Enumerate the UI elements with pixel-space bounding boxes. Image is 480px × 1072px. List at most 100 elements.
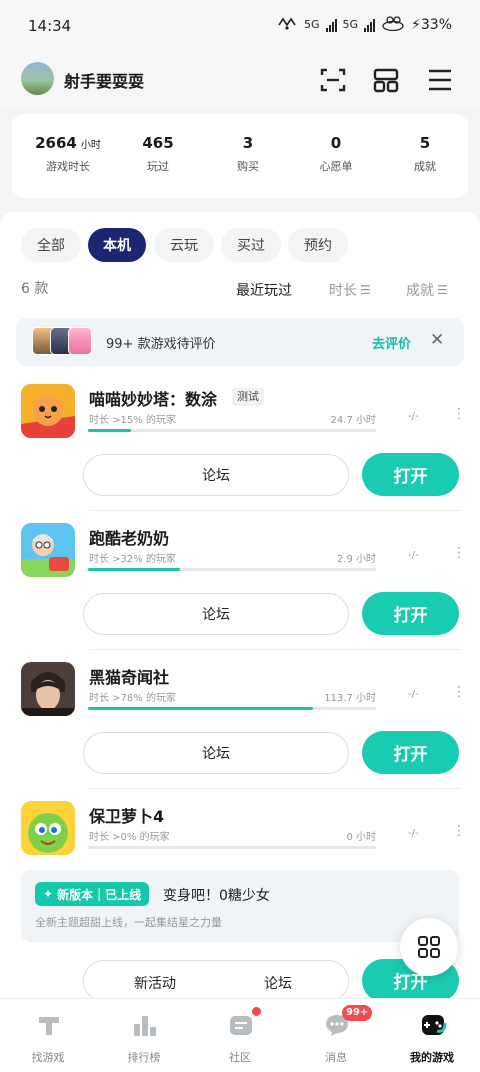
tab-label: 排行榜: [127, 1051, 161, 1064]
network-5g-label-2: 5G: [342, 18, 359, 31]
game-icon[interactable]: [21, 523, 75, 577]
game-hours: 113.7 小时: [324, 693, 376, 704]
filter-bought[interactable]: 买过: [221, 228, 281, 262]
sort-recent[interactable]: 最近玩过: [236, 280, 292, 300]
tab-label: 社区: [229, 1051, 251, 1064]
game-percentile: 时长 >15% 的玩家: [89, 415, 176, 426]
progress-fill: [88, 429, 132, 432]
filter-local[interactable]: 本机: [88, 228, 146, 262]
tab-rankings[interactable]: 排行榜: [96, 999, 192, 1072]
progress-track: [88, 568, 376, 571]
game-item: 黑猫奇闻社 时长 >78% 的玩家 113.7 小时 -/- ⋮ 论坛 打开: [0, 662, 480, 801]
review-banner-text: 99+ 款游戏待评价: [106, 337, 216, 352]
game-percentile: 时长 >78% 的玩家: [89, 693, 176, 704]
new-activity-button[interactable]: 新活动: [134, 973, 176, 993]
news-description: 全新主题超甜上线，一起集结星之力量: [35, 916, 222, 929]
game-achievements: -/-: [408, 550, 419, 561]
stat-playtime[interactable]: 2664 小时 游戏时长: [35, 134, 101, 174]
stat-label: 购买: [237, 160, 259, 173]
status-icons: 5G 5G ⚡33%: [276, 15, 452, 34]
game-hours: 24.7 小时: [330, 415, 376, 426]
review-banner[interactable]: 99+ 款游戏待评价 去评价 ✕: [16, 318, 464, 366]
forum-button[interactable]: 论坛: [264, 973, 292, 993]
community-icon: [230, 1016, 252, 1035]
menu-icon[interactable]: [426, 66, 454, 94]
game-hours: 0 小时: [346, 832, 376, 843]
stat-purchased[interactable]: 3 购买: [237, 134, 259, 174]
more-icon[interactable]: ⋮: [452, 823, 466, 839]
version-news-card[interactable]: ✦ 新版本｜已上线 变身吧！0糖少女 全新主题超甜上线，一起集结星之力量: [21, 870, 459, 942]
review-button[interactable]: 去评价: [372, 333, 411, 352]
hotspot-icon: [276, 15, 298, 34]
progress-fill: [88, 568, 181, 571]
tab-label: 找游戏: [31, 1051, 65, 1064]
open-button[interactable]: 打开: [362, 731, 459, 774]
sort-achievements[interactable]: 成就 ☰: [406, 280, 448, 300]
bottom-tab-bar: 找游戏 排行榜 社区 99+ 消息 我的游戏: [0, 998, 480, 1072]
action-group: 新活动 论坛: [83, 960, 349, 1002]
close-icon[interactable]: ✕: [430, 330, 444, 350]
progress-track: [88, 429, 376, 432]
scan-icon[interactable]: [319, 66, 347, 94]
weather-icon: [381, 15, 405, 34]
notification-dot: [252, 1007, 261, 1016]
sparkle-icon: ✦: [43, 887, 54, 901]
open-button[interactable]: 打开: [362, 592, 459, 635]
signal-icon: [325, 18, 337, 32]
status-time: 14:34: [28, 17, 72, 35]
forum-button[interactable]: 论坛: [83, 593, 349, 635]
game-title[interactable]: 喵喵妙妙塔：数涂: [89, 386, 217, 410]
message-count-badge: 99+: [342, 1005, 373, 1021]
game-title[interactable]: 保卫萝卜4: [89, 803, 164, 827]
stat-unit: 小时: [80, 140, 101, 151]
forum-button[interactable]: 论坛: [83, 732, 349, 774]
game-icon[interactable]: [21, 662, 75, 716]
game-percentile: 时长 >32% 的玩家: [89, 554, 176, 565]
stat-played[interactable]: 465 玩过: [142, 134, 173, 174]
sort-label: 成就: [406, 283, 434, 299]
game-title[interactable]: 黑猫奇闻社: [89, 664, 169, 688]
open-button[interactable]: 打开: [362, 453, 459, 496]
game-tag: 测试: [232, 388, 264, 406]
tab-messages[interactable]: 99+ 消息: [288, 999, 384, 1072]
filter-cloud[interactable]: 云玩: [154, 228, 214, 262]
username[interactable]: 射手要耍耍: [64, 68, 144, 92]
battery-percent: 33%: [420, 16, 452, 33]
stat-value: 2664: [35, 134, 77, 152]
tab-community[interactable]: 社区: [192, 999, 288, 1072]
battery-label: ⚡33%: [411, 16, 452, 33]
sort-icon: ☰: [360, 283, 371, 297]
stat-value: 0: [330, 134, 342, 152]
grid-icon[interactable]: [372, 66, 400, 94]
progress-track: [88, 846, 376, 849]
game-achievements: -/-: [408, 689, 419, 700]
more-icon[interactable]: ⋮: [452, 545, 466, 561]
ranking-icon: [134, 1016, 156, 1036]
gamepad-icon: [422, 1015, 447, 1035]
forum-button[interactable]: 论坛: [83, 454, 349, 496]
news-title: 变身吧！0糖少女: [163, 888, 270, 904]
grid-icon: [418, 936, 440, 958]
floating-grid-button[interactable]: [400, 918, 458, 976]
tab-label: 我的游戏: [410, 1051, 454, 1064]
stats-card: 2664 小时 游戏时长 465 玩过 3 购买 0 心愿单 5 成就: [12, 114, 468, 198]
divider: [89, 510, 461, 511]
stat-label: 玩过: [147, 160, 169, 173]
game-item: 跑酷老奶奶 时长 >32% 的玩家 2.9 小时 -/- ⋮ 论坛 打开: [0, 523, 480, 662]
game-title[interactable]: 跑酷老奶奶: [89, 525, 169, 549]
game-achievements: -/-: [408, 828, 419, 839]
stat-wishlist[interactable]: 0 心愿单: [320, 134, 353, 174]
stat-value: 5: [419, 134, 431, 152]
avatar[interactable]: [21, 62, 54, 95]
filter-all[interactable]: 全部: [21, 228, 81, 262]
stat-achievements[interactable]: 5 成就: [414, 134, 436, 174]
progress-track: [88, 707, 376, 710]
more-icon[interactable]: ⋮: [452, 406, 466, 422]
more-icon[interactable]: ⋮: [452, 684, 466, 700]
tab-find-games[interactable]: 找游戏: [0, 999, 96, 1072]
game-icon[interactable]: [21, 384, 75, 438]
tab-my-games[interactable]: 我的游戏: [384, 999, 480, 1072]
sort-duration[interactable]: 时长 ☰: [329, 280, 371, 300]
game-icon[interactable]: [21, 801, 75, 855]
filter-reserved[interactable]: 预约: [288, 228, 348, 262]
